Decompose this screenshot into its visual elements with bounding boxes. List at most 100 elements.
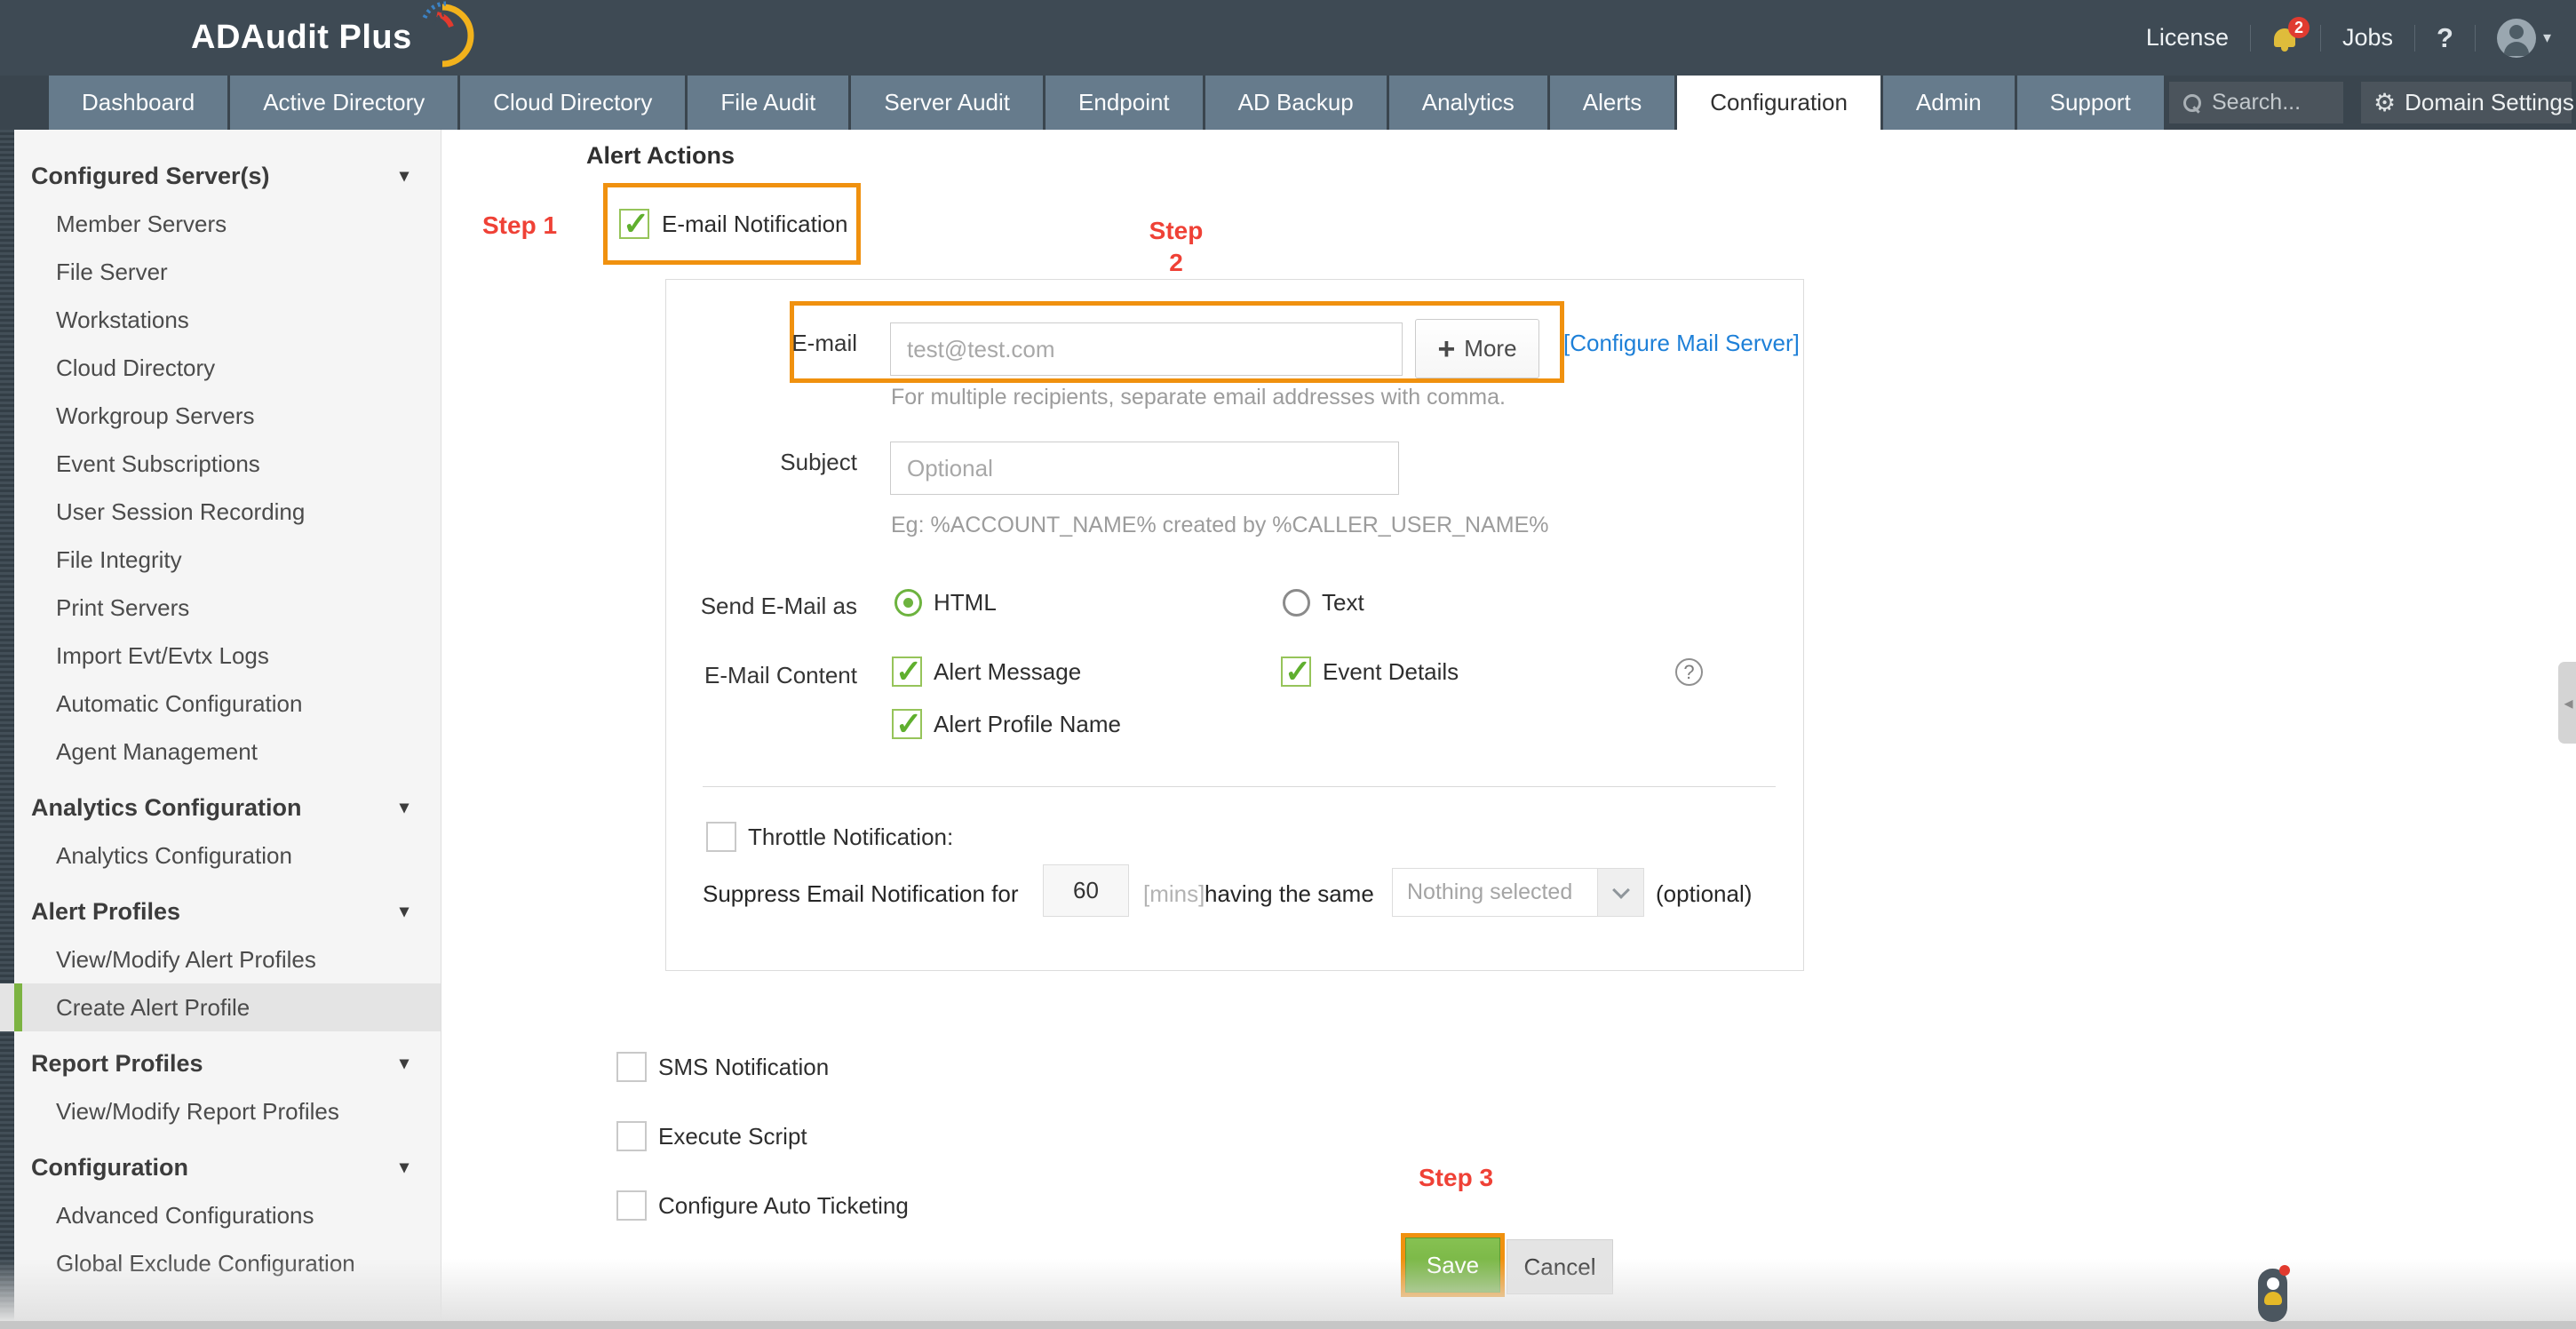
sms-notification-checkbox[interactable] [616, 1052, 647, 1082]
subject-input[interactable] [890, 442, 1399, 495]
email-label: E-mail [666, 330, 857, 357]
tab-bar: DashboardActive DirectoryCloud Directory… [0, 76, 2576, 130]
auto-ticketing-checkbox[interactable] [616, 1190, 647, 1221]
domain-settings-label: Domain Settings [2405, 89, 2574, 116]
sidebar-item-import-evt-evtx-logs[interactable]: Import Evt/Evtx Logs [0, 632, 441, 680]
dropdown-toggle[interactable] [1597, 869, 1643, 916]
sidebar-header-label: Configured Server(s) [31, 163, 270, 189]
html-radio-label: HTML [934, 589, 997, 617]
notifications-bell-icon[interactable]: 2 [2272, 25, 2299, 52]
license-link[interactable]: License [2146, 24, 2229, 52]
tab-ad-backup[interactable]: AD Backup [1205, 76, 1387, 130]
sidebar-item-global-exclude-configuration[interactable]: Global Exclude Configuration [0, 1239, 441, 1287]
sidebar-item-agent-management[interactable]: Agent Management [0, 728, 441, 776]
sidebar-collapse-handle[interactable]: ◂ [2558, 662, 2576, 744]
save-button-highlight: Save [1401, 1233, 1505, 1297]
sidebar-item-member-servers[interactable]: Member Servers [0, 200, 441, 248]
chat-assistant-widget[interactable] [2258, 1269, 2287, 1322]
subject-label: Subject [666, 449, 857, 476]
throttle-notification-option[interactable]: Throttle Notification: [706, 822, 953, 852]
sidebar-header-alert-profiles[interactable]: Alert Profiles▾ [0, 887, 441, 935]
search-icon [2183, 94, 2201, 112]
sms-notification-option[interactable]: SMS Notification [616, 1052, 829, 1082]
user-menu[interactable]: ▾ [2497, 19, 2551, 58]
auto-ticketing-label: Configure Auto Ticketing [658, 1192, 909, 1220]
alert-profile-name-option[interactable]: Alert Profile Name [892, 709, 1121, 739]
send-as-text-option[interactable]: Text [1283, 589, 1364, 617]
tab-endpoint[interactable]: Endpoint [1046, 76, 1203, 130]
alert-profile-name-checkbox[interactable] [892, 709, 922, 739]
event-details-option[interactable]: Event Details [1281, 657, 1459, 687]
sidebar-item-cloud-directory[interactable]: Cloud Directory [0, 344, 441, 392]
search-input[interactable] [2212, 90, 2336, 115]
sidebar-item-workgroup-servers[interactable]: Workgroup Servers [0, 392, 441, 440]
chevron-down-icon [1612, 881, 1630, 899]
domain-settings-button[interactable]: ⚙ Domain Settings [2361, 82, 2572, 123]
alert-message-label: Alert Message [934, 658, 1081, 686]
more-recipients-button[interactable]: + More [1415, 319, 1539, 378]
sidebar-item-advanced-configurations[interactable]: Advanced Configurations [0, 1191, 441, 1239]
execute-script-label: Execute Script [658, 1123, 807, 1150]
send-email-as-label: Send E-Mail as [666, 593, 857, 620]
auto-ticketing-option[interactable]: Configure Auto Ticketing [616, 1190, 909, 1221]
sidebar-item-file-integrity[interactable]: File Integrity [0, 536, 441, 584]
event-details-label: Event Details [1323, 658, 1459, 686]
send-as-html-option[interactable]: HTML [894, 589, 997, 617]
throttle-notification-checkbox[interactable] [706, 822, 736, 852]
tab-support[interactable]: Support [2017, 76, 2164, 130]
tab-alerts[interactable]: Alerts [1550, 76, 1674, 130]
execute-script-checkbox[interactable] [616, 1121, 647, 1151]
sidebar-item-workstations[interactable]: Workstations [0, 296, 441, 344]
chat-avatar-body [2264, 1292, 2282, 1305]
sidebar-item-view-modify-report-profiles[interactable]: View/Modify Report Profiles [0, 1087, 441, 1135]
chat-avatar-head [2267, 1277, 2279, 1290]
tab-admin[interactable]: Admin [1883, 76, 2015, 130]
sms-notification-label: SMS Notification [658, 1054, 829, 1081]
sidebar-item-automatic-configuration[interactable]: Automatic Configuration [0, 680, 441, 728]
alert-message-option[interactable]: Alert Message [892, 657, 1081, 687]
tab-cloud-directory[interactable]: Cloud Directory [460, 76, 685, 130]
execute-script-option[interactable]: Execute Script [616, 1121, 807, 1151]
html-radio[interactable] [894, 589, 922, 617]
tab-file-audit[interactable]: File Audit [688, 76, 848, 130]
sidebar-item-file-server[interactable]: File Server [0, 248, 441, 296]
sidebar-header-label: Configuration [31, 1154, 188, 1181]
text-radio[interactable] [1283, 589, 1310, 617]
tab-analytics[interactable]: Analytics [1389, 76, 1547, 130]
caret-down-icon: ▾ [400, 1039, 409, 1087]
sidebar-header-configuration[interactable]: Configuration▾ [0, 1143, 441, 1191]
step3-annotation: Step 3 [1419, 1164, 1493, 1192]
tab-configuration[interactable]: Configuration [1677, 76, 1880, 130]
tab-active-directory[interactable]: Active Directory [230, 76, 457, 130]
same-attribute-dropdown[interactable]: Nothing selected [1392, 868, 1644, 917]
email-notification-label: E-mail Notification [662, 211, 848, 238]
email-notification-checkbox[interactable] [619, 209, 649, 239]
jobs-link[interactable]: Jobs [2342, 24, 2393, 52]
tab-dashboard[interactable]: Dashboard [49, 76, 227, 130]
alert-message-checkbox[interactable] [892, 657, 922, 687]
sidebar-item-print-servers[interactable]: Print Servers [0, 584, 441, 632]
sidebar-header-label: Report Profiles [31, 1050, 203, 1077]
configure-mail-server-link[interactable]: [Configure Mail Server] [1563, 330, 1800, 357]
sidebar-item-create-alert-profile[interactable]: Create Alert Profile [0, 983, 441, 1031]
help-icon[interactable]: ? [2437, 22, 2453, 54]
tab-server-audit[interactable]: Server Audit [851, 76, 1043, 130]
save-button[interactable]: Save [1405, 1237, 1500, 1293]
sidebar-header-label: Analytics Configuration [31, 794, 302, 821]
logo-swoosh-icon [416, 0, 478, 69]
sidebar-header-report-profiles[interactable]: Report Profiles ▾ [0, 1039, 441, 1087]
sidebar-header-label: Alert Profiles [31, 898, 180, 925]
email-input[interactable] [890, 322, 1403, 376]
sidebar-item-event-subscriptions[interactable]: Event Subscriptions [0, 440, 441, 488]
cancel-button[interactable]: Cancel [1507, 1239, 1613, 1294]
sidebar-item-analytics-configuration[interactable]: Analytics Configuration [0, 832, 441, 879]
section-divider [703, 786, 1776, 787]
help-question-icon[interactable]: ? [1675, 658, 1703, 686]
separator [2414, 25, 2415, 52]
sidebar-item-view-modify-alert-profiles[interactable]: View/Modify Alert Profiles [0, 935, 441, 983]
sidebar-item-user-session-recording[interactable]: User Session Recording [0, 488, 441, 536]
event-details-checkbox[interactable] [1281, 657, 1311, 687]
sidebar-header-analytics-configuration[interactable]: Analytics Configuration▾ [0, 784, 441, 832]
sidebar-header-configured-server-s[interactable]: Configured Server(s)▾ [0, 152, 441, 200]
suppress-minutes-input[interactable] [1043, 864, 1129, 917]
